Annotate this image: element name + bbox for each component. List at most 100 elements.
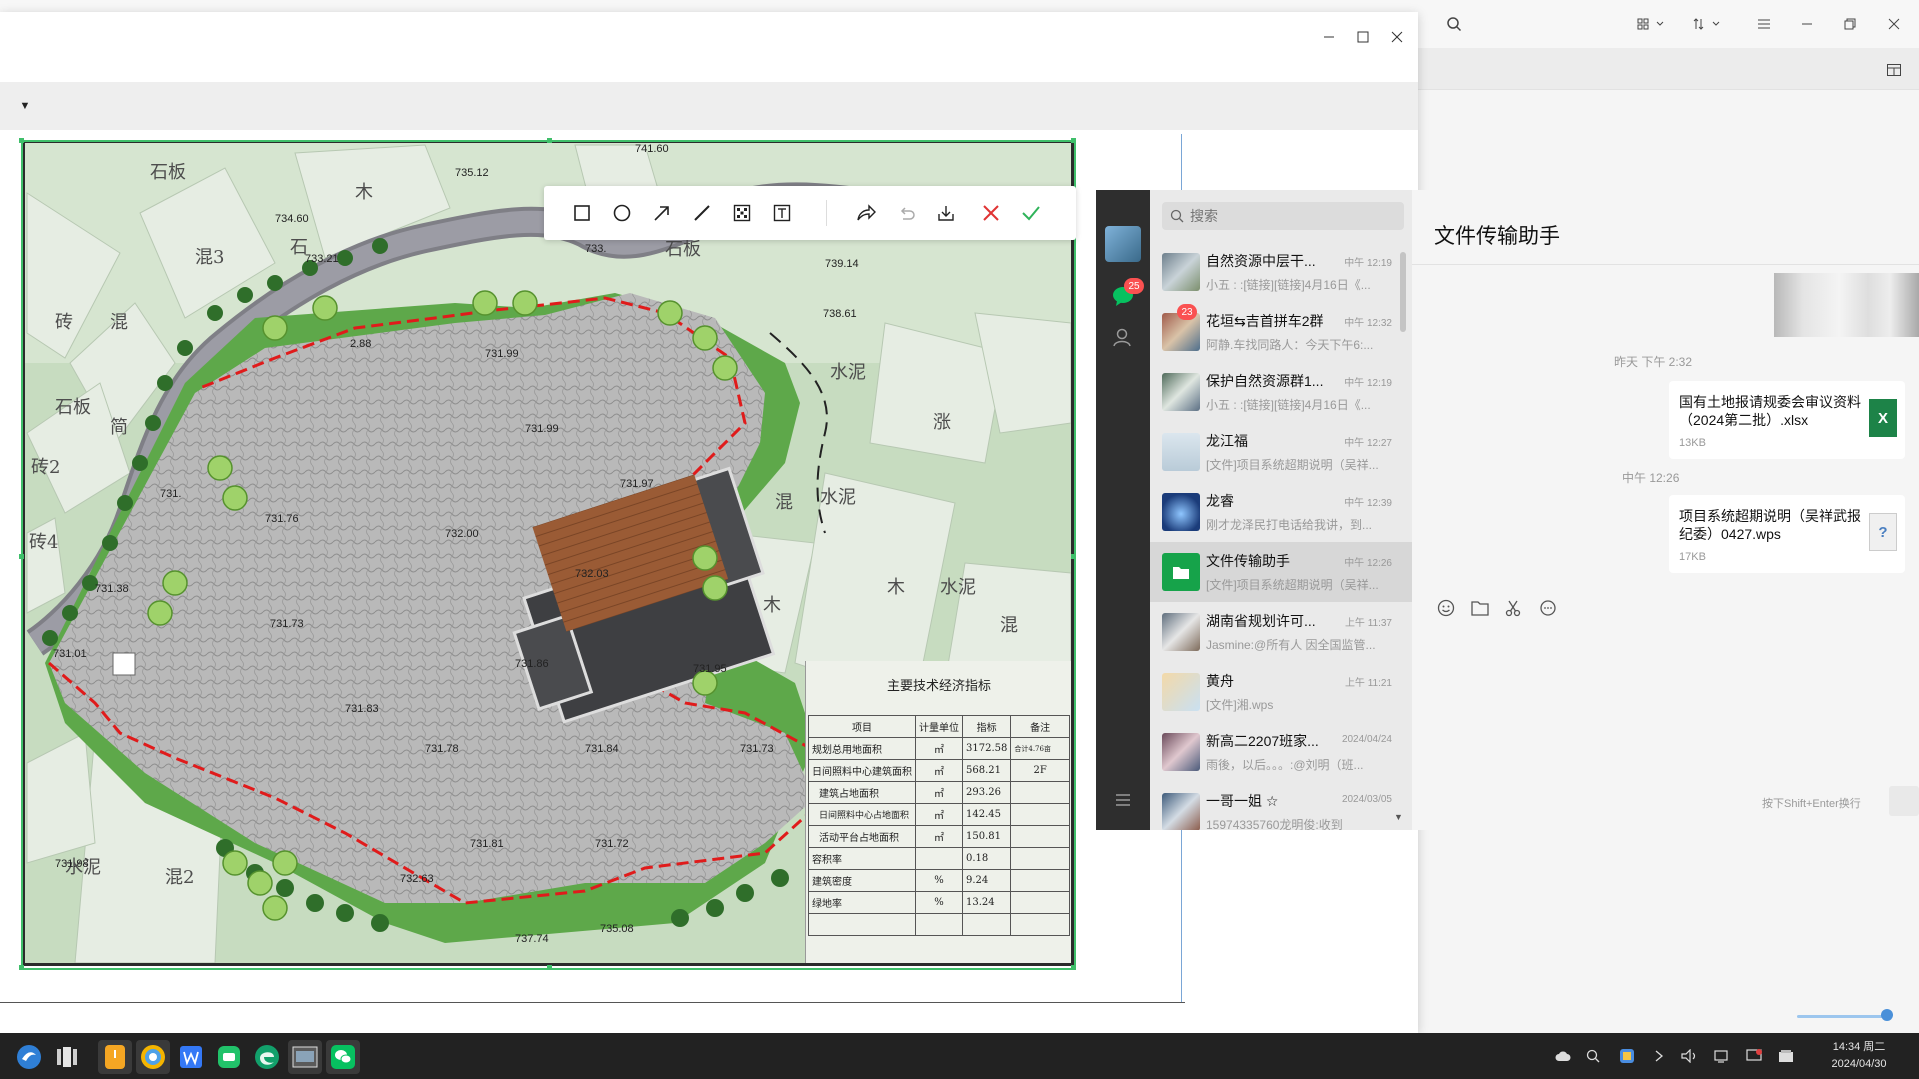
chat-name: 新高二2207班家...	[1206, 733, 1319, 749]
elevation-label: 731.76	[265, 513, 299, 525]
chat-panel: 文件传输助手 昨天 下午 2:32 国有土地报请规委会审议资料（2024第二批）…	[1412, 190, 1919, 830]
volume-icon[interactable]	[1680, 1046, 1700, 1066]
elevation-label: 735.08	[600, 923, 634, 935]
start-menu-icon[interactable]	[12, 1040, 46, 1074]
close-icon[interactable]	[1882, 12, 1906, 36]
wallet-icon[interactable]	[1776, 1046, 1796, 1066]
pen-tool-icon[interactable]	[689, 200, 715, 226]
restore-icon[interactable]	[1838, 12, 1862, 36]
sidebar-toggle-icon[interactable]	[1882, 58, 1906, 82]
clock-date: 2024/04/30	[1831, 1058, 1887, 1070]
map-word: 混	[110, 312, 128, 333]
map-word: 水泥	[940, 577, 976, 598]
app-icon-orange[interactable]	[98, 1040, 132, 1074]
elevation-label: 737.74	[515, 933, 549, 945]
excel-file-icon: X	[1869, 399, 1897, 437]
share-icon[interactable]	[853, 200, 879, 226]
send-hint: 按下Shift+Enter换行	[1762, 798, 1861, 810]
chat-divider	[1412, 264, 1919, 265]
table-row: 绿地率% 13.24	[808, 891, 1070, 914]
chat-name: 花垣⇆吉首拼车2群	[1206, 313, 1324, 329]
file-message[interactable]: 项目系统超期说明（吴祥武报纪委）0427.wps 17KB ?	[1669, 495, 1905, 573]
undo-icon[interactable]	[893, 200, 919, 226]
map-word: 涨	[933, 412, 951, 433]
grid-view-icon[interactable]	[1634, 12, 1668, 36]
file-size: 13KB	[1679, 437, 1706, 449]
table-header-cell: 指标	[961, 715, 1012, 738]
image-viewer-app-icon[interactable]	[288, 1040, 322, 1074]
notification-icon[interactable]	[1744, 1046, 1764, 1066]
display-icon[interactable]	[1712, 1046, 1732, 1066]
task-view-icon[interactable]	[50, 1040, 84, 1074]
chat-bubble-icon[interactable]	[1536, 596, 1560, 620]
background-toolbar	[1418, 48, 1919, 90]
close-icon[interactable]	[1386, 26, 1408, 48]
chat-name: 龙江福	[1206, 433, 1248, 449]
search-icon[interactable]	[1583, 1046, 1603, 1066]
send-button[interactable]	[1889, 786, 1919, 816]
mosaic-tool-icon[interactable]	[729, 200, 755, 226]
chevron-right-icon[interactable]	[1649, 1046, 1669, 1066]
menu-icon[interactable]	[1752, 12, 1776, 36]
cloud-icon[interactable]	[1553, 1046, 1573, 1066]
download-icon[interactable]	[933, 200, 959, 226]
chat-list-scrollbar[interactable]	[1400, 252, 1406, 332]
scissors-icon[interactable]	[1502, 596, 1526, 620]
browser-icon[interactable]	[136, 1040, 170, 1074]
taskbar-clock[interactable]: 14:34 周二 2024/04/30	[1814, 1039, 1904, 1073]
toolbar-separator	[826, 200, 827, 226]
unread-badge: 23	[1177, 304, 1197, 320]
folder-icon[interactable]	[1468, 596, 1492, 620]
ellipse-tool-icon[interactable]	[609, 200, 635, 226]
search-icon[interactable]	[1442, 12, 1466, 36]
wechat-icon[interactable]	[326, 1040, 360, 1074]
wechat-sidebar: 25	[1096, 190, 1150, 830]
avatar	[1162, 433, 1200, 471]
elevation-label: 731.73	[740, 743, 774, 755]
more-menu-icon[interactable]	[1109, 786, 1137, 814]
table-cell: 绿地率	[808, 891, 916, 914]
avatar	[1162, 673, 1200, 711]
elevation-label: 739.14	[825, 258, 859, 270]
chat-name: 一哥一姐 ☆	[1206, 793, 1279, 809]
wps-writer-icon[interactable]	[174, 1040, 208, 1074]
chat-preview: 小五 : :[链接][链接]4月16日《...	[1206, 398, 1371, 412]
table-cell	[1010, 847, 1070, 870]
dropdown-arrow-icon[interactable]: ▼	[10, 96, 40, 116]
table-cell: 日间照料中心占地面积	[808, 803, 916, 826]
table-header-cell: 项目	[808, 715, 916, 738]
image-message-thumbnail[interactable]	[1774, 273, 1919, 337]
color-app-icon[interactable]	[1617, 1046, 1637, 1066]
maximize-icon[interactable]	[1352, 26, 1374, 48]
avatar[interactable]	[1105, 226, 1141, 262]
rectangle-tool-icon[interactable]	[569, 200, 595, 226]
table-row: 建筑密度% 9.24	[808, 869, 1070, 892]
table-cell	[915, 847, 963, 870]
contacts-icon[interactable]	[1109, 323, 1137, 351]
cancel-icon[interactable]	[978, 200, 1004, 226]
minimize-icon[interactable]	[1318, 26, 1340, 48]
file-message[interactable]: 国有土地报请规委会审议资料（2024第二批）.xlsx 13KB X	[1669, 381, 1905, 459]
sort-icon[interactable]	[1690, 12, 1724, 36]
chat-time: 中午 12:19	[1344, 258, 1392, 269]
chat-time: 中午 12:26	[1344, 558, 1392, 569]
zoom-slider[interactable]	[1797, 1009, 1893, 1021]
search-icon	[1170, 209, 1184, 223]
confirm-icon[interactable]	[1018, 200, 1044, 226]
avatar	[1162, 373, 1200, 411]
zoom-slider-knob[interactable]	[1881, 1009, 1893, 1021]
arrow-tool-icon[interactable]	[649, 200, 675, 226]
tech-indicators-table: 主要技术经济指标 项目 计量单位 指标 备注 规划总用地面积㎡ 3172.58 合计…	[805, 661, 1071, 963]
file-size: 17KB	[1679, 551, 1706, 563]
file-transfer-icon	[1162, 553, 1200, 591]
elevation-label: 731.99	[485, 348, 519, 360]
search-input[interactable]	[1190, 208, 1390, 224]
messenger-icon[interactable]	[212, 1040, 246, 1074]
chat-preview: 小五 : :[链接][链接]4月16日《...	[1206, 278, 1371, 292]
edge-browser-icon[interactable]	[250, 1040, 284, 1074]
scroll-down-arrow-icon[interactable]: ▼	[1394, 812, 1403, 822]
minimize-icon[interactable]	[1795, 12, 1819, 36]
emoji-icon[interactable]	[1434, 596, 1458, 620]
text-tool-icon[interactable]	[769, 200, 795, 226]
search-box[interactable]	[1162, 202, 1404, 230]
